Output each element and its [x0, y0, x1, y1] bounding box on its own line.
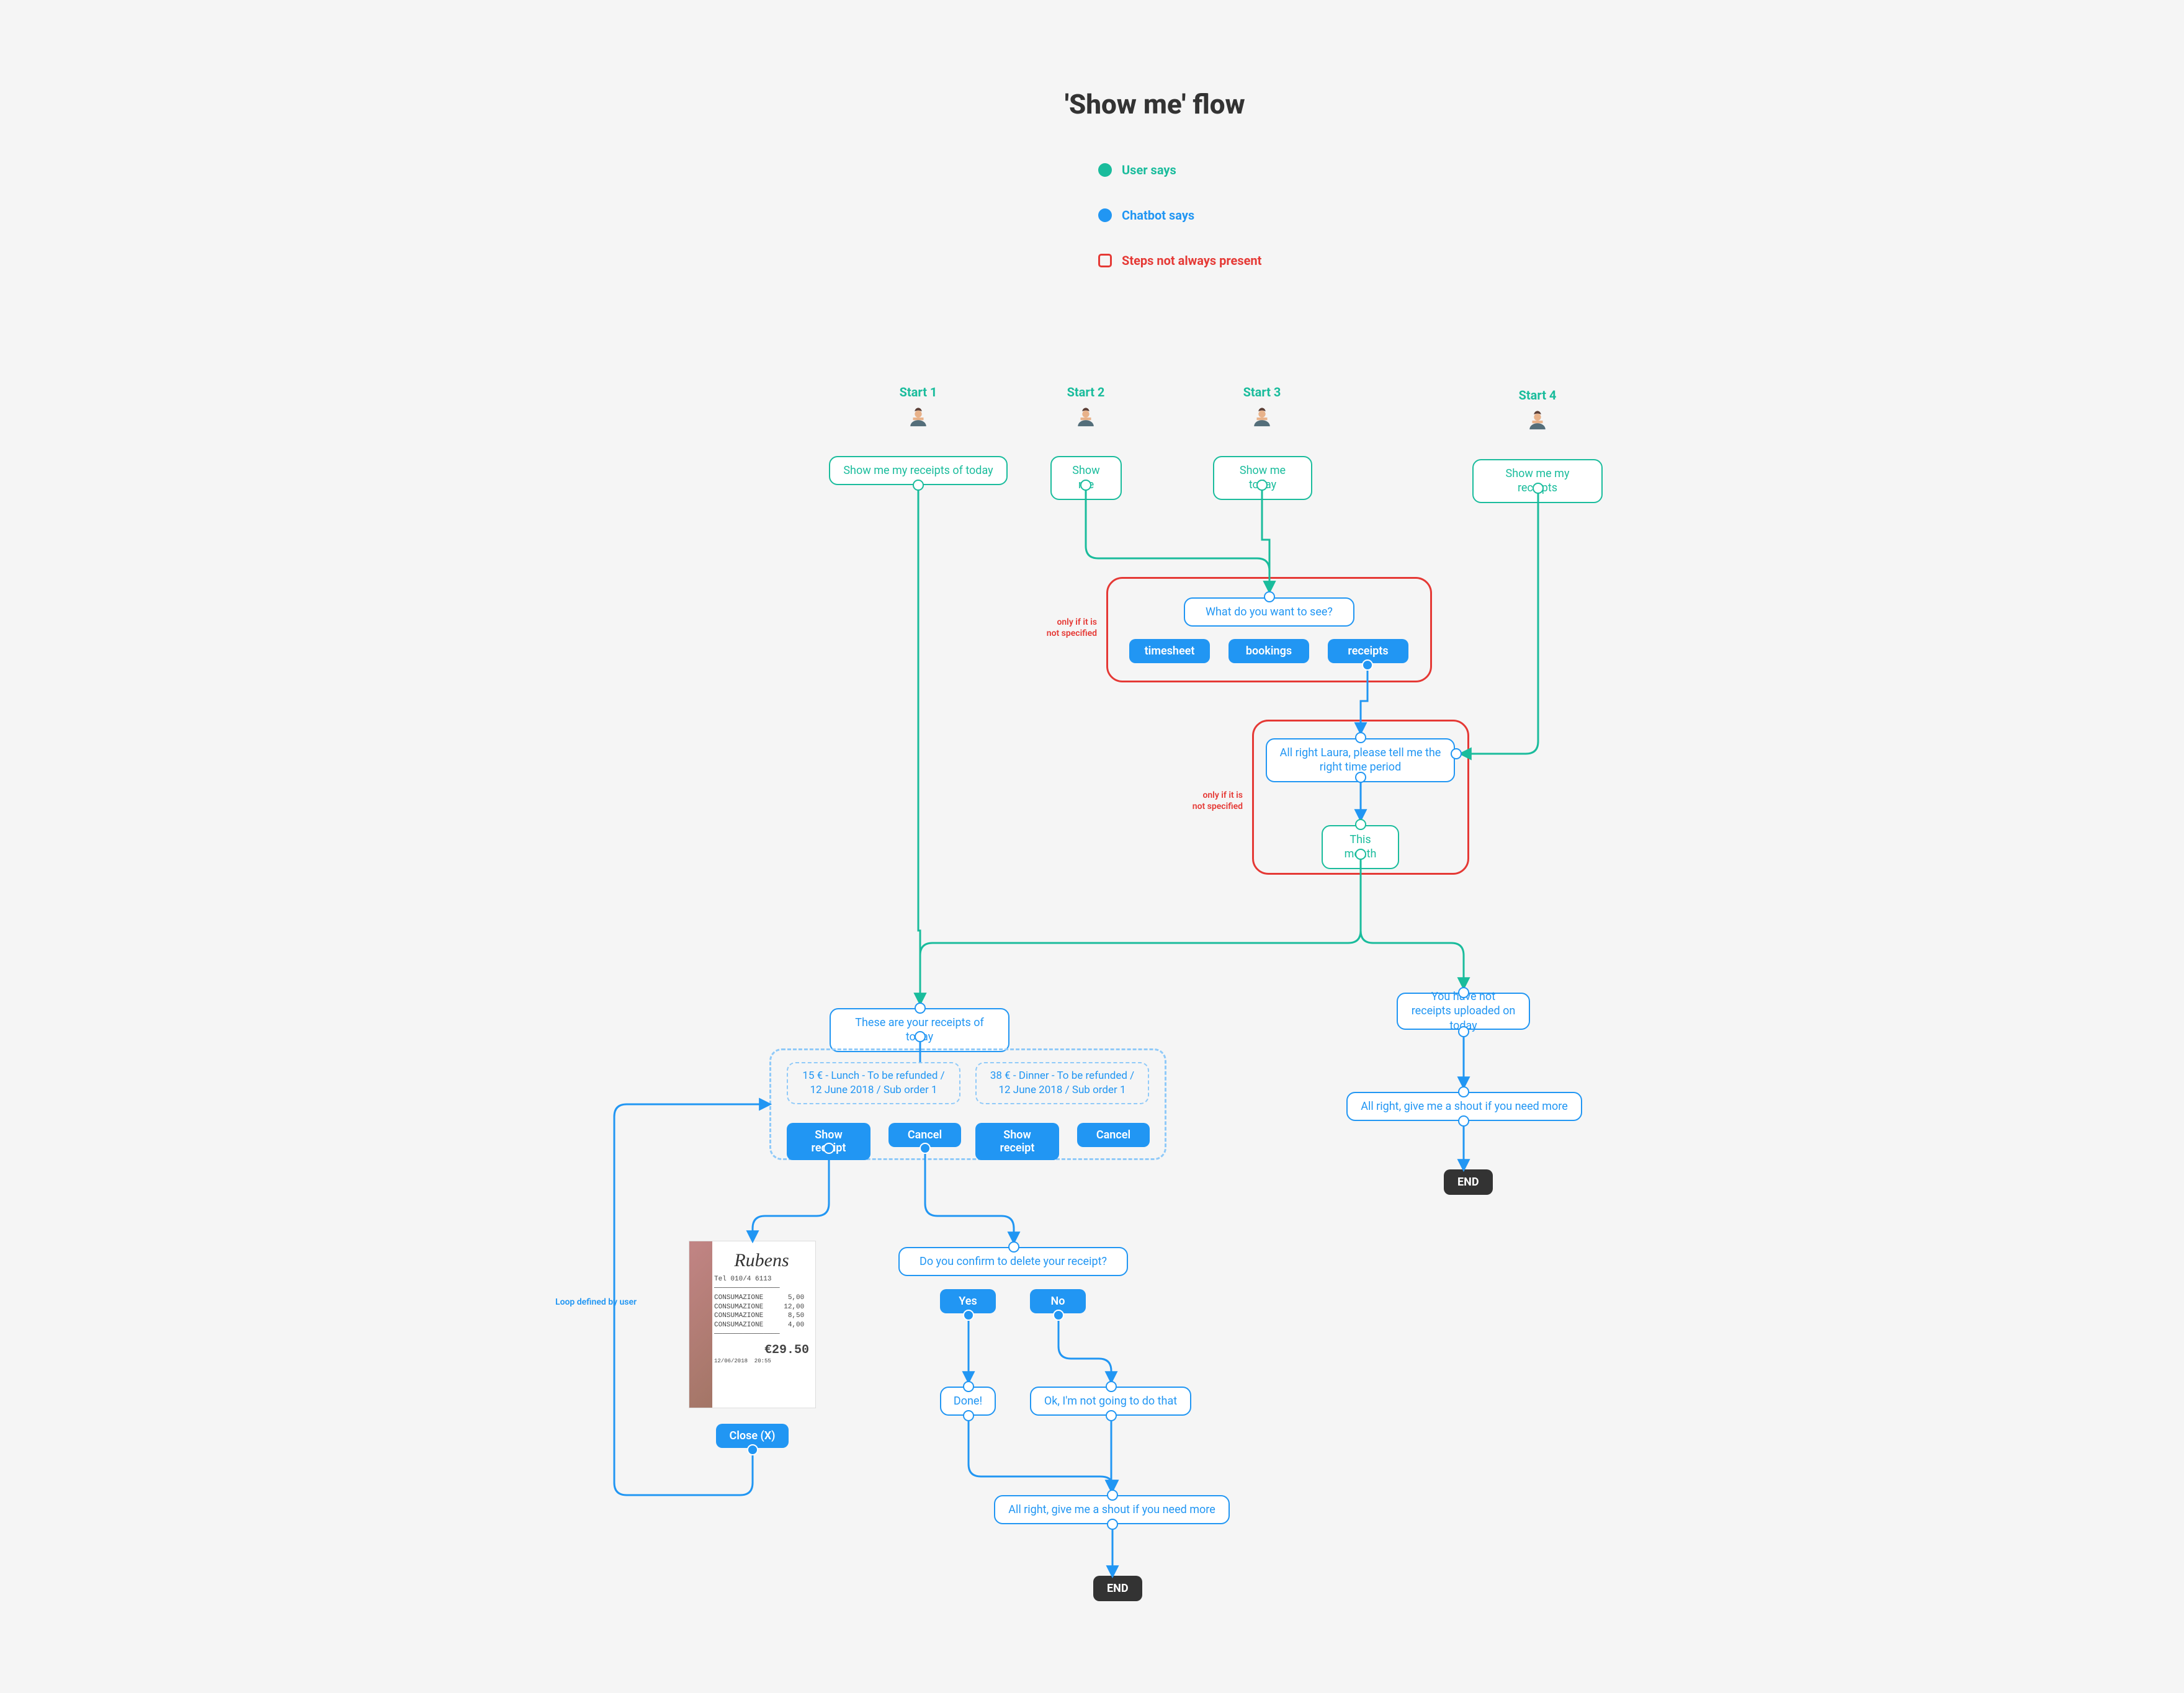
port [1008, 1241, 1019, 1253]
port [747, 1444, 758, 1455]
avatar-start-4 [1527, 410, 1548, 431]
port [1106, 1381, 1117, 1392]
show-receipt-2[interactable]: Show receipt [975, 1123, 1059, 1160]
avatar-start-3 [1251, 407, 1273, 428]
legend-optional-label: Steps not always present [1122, 253, 1261, 268]
cancel-2[interactable]: Cancel [1077, 1123, 1150, 1147]
page-title: 'Show me' flow [1065, 88, 1245, 120]
port [1458, 1026, 1469, 1037]
port [1256, 480, 1268, 491]
this-month-answer: This month [1322, 825, 1399, 869]
end-left: END [1093, 1576, 1142, 1601]
cond1-note: only if it is not specified [1023, 617, 1097, 639]
port [1355, 772, 1366, 783]
port [1355, 819, 1366, 830]
optional-square-icon [1098, 254, 1112, 267]
port [823, 1143, 835, 1154]
start-2-bubble: Show me [1050, 456, 1122, 500]
start-3-label: Start 3 [1237, 385, 1287, 400]
port [920, 1143, 931, 1154]
connectors [0, 0, 2184, 1693]
port [1106, 1410, 1117, 1421]
bot-dot-icon [1098, 208, 1112, 222]
receipt-total: €29.50 [714, 1343, 809, 1357]
port [1053, 1310, 1064, 1321]
port [915, 1031, 926, 1042]
port [1451, 748, 1462, 759]
port [1533, 483, 1544, 494]
port [963, 1381, 974, 1392]
user-dot-icon [1098, 163, 1112, 177]
port [963, 1410, 974, 1421]
port [1080, 480, 1091, 491]
start-2-label: Start 2 [1061, 385, 1111, 400]
legend-optional: Steps not always present [1098, 253, 1261, 268]
legend-bot: Chatbot says [1098, 208, 1194, 223]
show-receipt-1[interactable]: Show receipt [787, 1123, 870, 1160]
card-2: 38 € - Dinner - To be refunded / 12 June… [975, 1062, 1149, 1104]
port [913, 480, 924, 491]
port [1458, 987, 1469, 998]
port [1355, 849, 1366, 860]
card-1: 15 € - Lunch - To be refunded / 12 June … [787, 1062, 960, 1104]
port [1355, 732, 1366, 743]
start-1-label: Start 1 [893, 385, 943, 400]
port [1264, 591, 1275, 602]
avatar-start-1 [908, 407, 929, 428]
receipt-brand: Rubens [714, 1250, 809, 1271]
loop-label: Loop defined by user [555, 1297, 655, 1308]
legend-user-label: User says [1122, 163, 1176, 177]
port [915, 1003, 926, 1014]
port [1458, 1115, 1469, 1127]
cond2-note: only if it is not specified [1168, 790, 1243, 812]
port [1107, 1490, 1118, 1501]
start-3-bubble: Show me today [1213, 456, 1312, 500]
end-right: END [1444, 1169, 1493, 1195]
have-receipts: These are your receipts of today [830, 1008, 1009, 1052]
port [1107, 1519, 1118, 1530]
port [1458, 1086, 1469, 1097]
start-4-label: Start 4 [1513, 388, 1562, 403]
start-4-bubble: Show me my receipts [1472, 459, 1603, 503]
option-timesheet[interactable]: timesheet [1129, 639, 1210, 663]
port [963, 1310, 974, 1321]
legend-bot-label: Chatbot says [1122, 208, 1194, 223]
receipt-image: Rubens Tel 010/4 6113 ──────────────── C… [689, 1241, 816, 1408]
port [1362, 659, 1373, 671]
option-bookings[interactable]: bookings [1228, 639, 1309, 663]
avatar-start-2 [1075, 407, 1096, 428]
no-receipts: You have not receipts uploaded on today [1397, 993, 1530, 1030]
legend-user: User says [1098, 163, 1176, 177]
